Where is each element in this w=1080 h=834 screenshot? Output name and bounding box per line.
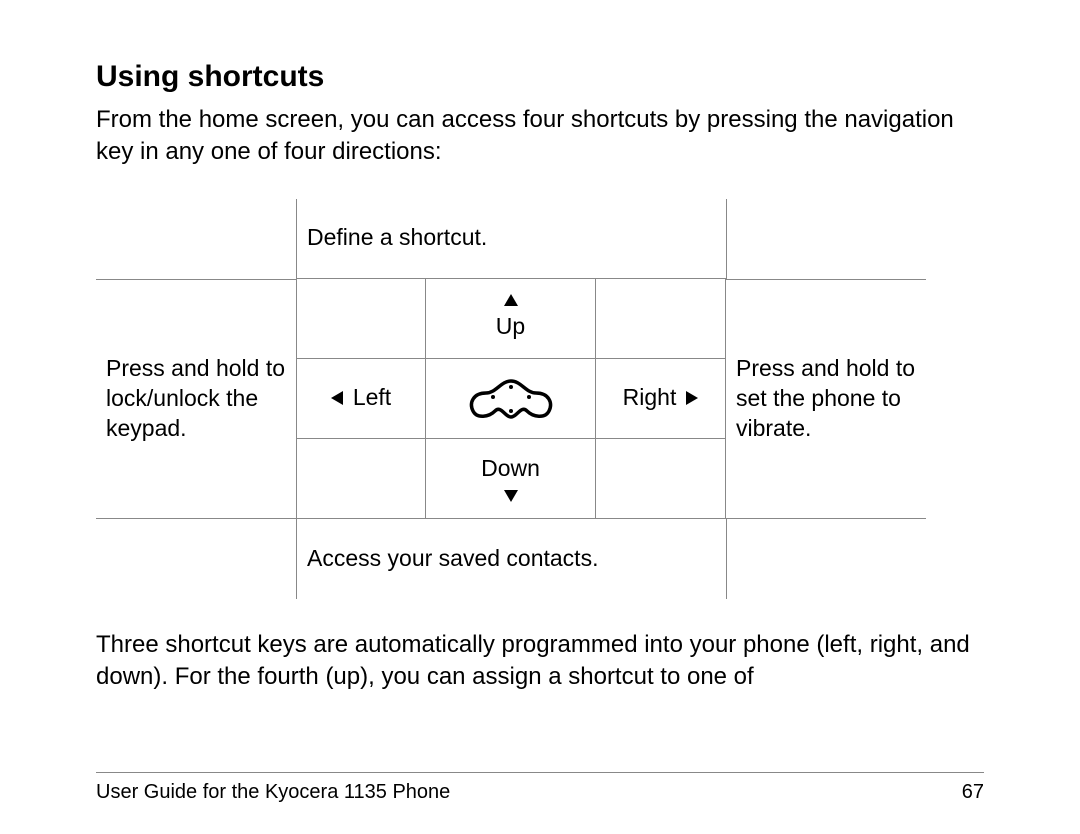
arrow-down-icon bbox=[504, 490, 518, 502]
diagram-nav-icon-cell bbox=[426, 359, 596, 439]
footer-page-number: 67 bbox=[962, 781, 984, 804]
diagram-left-note: Press and hold to lock/unlock the keypad… bbox=[96, 359, 296, 439]
diagram-top-label: Define a shortcut. bbox=[296, 199, 726, 279]
arrow-right-icon bbox=[686, 391, 698, 405]
diagram-left-label: Left bbox=[353, 383, 391, 413]
diagram-left-cell: Left bbox=[296, 359, 426, 439]
diagram-down-label: Down bbox=[481, 454, 540, 484]
diagram-right-label: Right bbox=[623, 383, 677, 413]
page-footer: User Guide for the Kyocera 1135 Phone 67 bbox=[96, 772, 984, 804]
navigation-key-icon bbox=[461, 373, 561, 423]
diagram-right-cell: Right bbox=[596, 359, 726, 439]
after-paragraph: Three shortcut keys are automatically pr… bbox=[96, 629, 984, 694]
diagram-bottom-label: Access your saved contacts. bbox=[296, 519, 726, 599]
diagram-up-cell: Up bbox=[426, 279, 596, 359]
shortcut-diagram: Define a shortcut. Up Press and hold to … bbox=[96, 199, 984, 599]
diagram-right-note: Press and hold to set the phone to vibra… bbox=[726, 359, 926, 439]
intro-paragraph: From the home screen, you can access fou… bbox=[96, 104, 984, 169]
section-heading: Using shortcuts bbox=[96, 60, 984, 94]
footer-title: User Guide for the Kyocera 1135 Phone bbox=[96, 781, 450, 804]
arrow-up-icon bbox=[504, 294, 518, 306]
arrow-left-icon bbox=[331, 391, 343, 405]
diagram-up-label: Up bbox=[496, 312, 525, 342]
diagram-down-cell: Down bbox=[426, 439, 596, 519]
